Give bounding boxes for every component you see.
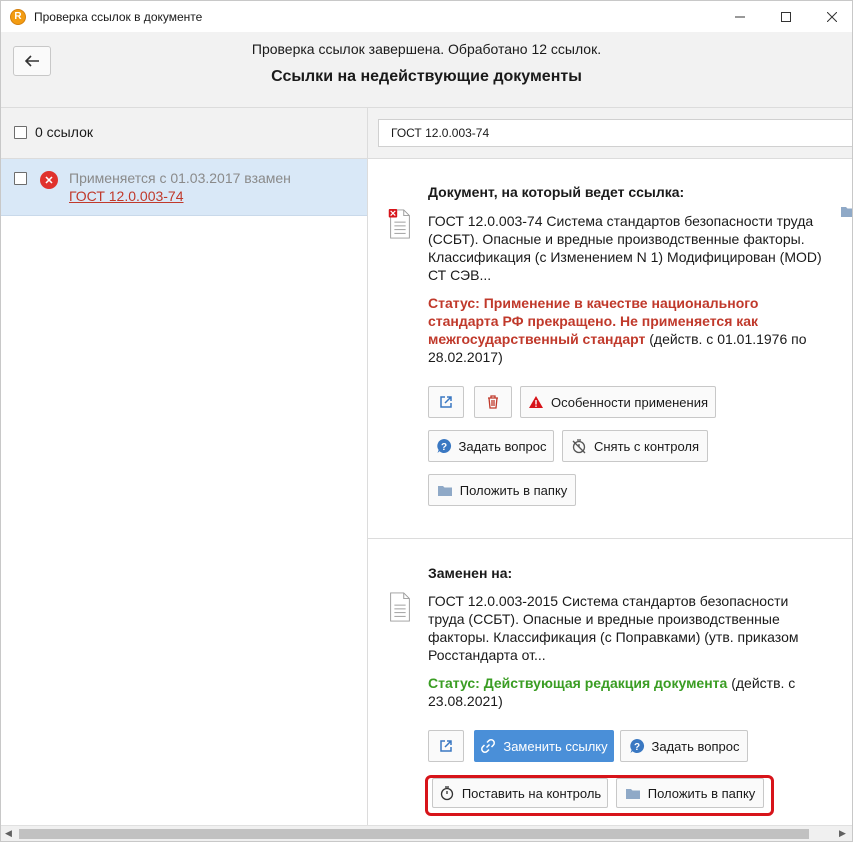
item-checkbox[interactable] — [14, 172, 27, 185]
link-icon — [480, 738, 496, 754]
remove-control-label: Снять с контроля — [593, 438, 700, 454]
error-x-icon: ✕ — [40, 171, 58, 189]
maximize-button[interactable] — [763, 1, 809, 32]
replacement-doc-description[interactable]: ГОСТ 12.0.003-2015 Система стандартов бе… — [428, 592, 828, 664]
scroll-left-icon[interactable]: ◀ — [5, 828, 12, 839]
svg-text:?: ? — [633, 742, 639, 753]
scrollbar-thumb[interactable] — [19, 829, 809, 839]
scroll-right-icon[interactable]: ▶ — [839, 828, 846, 839]
target-doc-description[interactable]: ГОСТ 12.0.003-74 Система стандартов безо… — [428, 212, 828, 284]
ask-question-replacement-button[interactable]: ? Задать вопрос — [620, 730, 748, 762]
replace-link-label: Заменить ссылку — [503, 738, 608, 754]
processing-status: Проверка ссылок завершена. Обработано 12… — [251, 41, 602, 57]
delete-link-button[interactable] — [474, 386, 512, 418]
folder-icon — [437, 484, 453, 497]
list-item[interactable]: ✕ Применяется с 01.03.2017 взамен ГОСТ 1… — [1, 159, 367, 216]
list-item-text: Применяется с 01.03.2017 взамен ГОСТ 12.… — [69, 169, 291, 205]
highlight-frame — [425, 775, 774, 816]
stopwatch-off-icon — [571, 438, 587, 454]
external-link-icon — [440, 740, 452, 752]
links-count-label: 0 ссылок — [35, 124, 93, 140]
put-in-folder-button[interactable]: Положить в папку — [428, 474, 576, 506]
links-list-pane: 0 ссылок ✕ Применяется с 01.03.2017 взам… — [1, 108, 368, 826]
horizontal-scrollbar[interactable]: ◀ ▶ — [1, 825, 852, 841]
minimize-button[interactable] — [717, 1, 763, 32]
item-status-text: Применяется с 01.03.2017 взамен — [69, 170, 291, 186]
dialog-header: Проверка ссылок завершена. Обработано 12… — [1, 32, 852, 108]
warning-icon — [528, 395, 544, 409]
ask-question-button[interactable]: ? Задать вопрос — [428, 430, 554, 462]
question-icon: ? — [436, 438, 452, 454]
title-bar: R Проверка ссылок в документе — [1, 1, 852, 32]
target-doc-section: Документ, на который ведет ссылка: ГОСТ … — [368, 159, 852, 538]
app-window: R Проверка ссылок в документе Проверка с… — [0, 0, 853, 842]
document-icon — [390, 592, 410, 622]
question-icon: ? — [629, 738, 645, 754]
replace-link-button[interactable]: Заменить ссылку — [474, 730, 614, 762]
page-title: Ссылки на недействующие документы — [271, 68, 582, 85]
maximize-icon — [781, 11, 791, 22]
minimize-icon — [735, 16, 745, 17]
window-title: Проверка ссылок в документе — [34, 9, 203, 24]
remove-control-button[interactable]: Снять с контроля — [562, 430, 708, 462]
ask-question-label: Задать вопрос — [458, 438, 547, 454]
links-list-header: 0 ссылок — [1, 108, 367, 159]
external-link-icon — [440, 396, 452, 408]
details-pane: Документ, на который ведет ссылка: ГОСТ … — [368, 108, 852, 826]
features-button-label: Особенности применения — [550, 394, 709, 410]
replacement-doc-status-label: Статус: Действующая редакция документа — [428, 675, 728, 691]
search-input[interactable] — [378, 119, 852, 147]
replacement-doc-status: Статус: Действующая редакция документа (… — [428, 674, 828, 710]
target-doc-title: Документ, на который ведет ссылка: — [428, 184, 685, 200]
put-in-folder-label: Положить в папку — [459, 482, 568, 498]
app-logo-icon: R — [10, 8, 26, 25]
close-icon — [827, 11, 837, 22]
open-replacement-doc-button[interactable] — [428, 730, 464, 762]
close-window-button[interactable] — [809, 1, 852, 32]
folder-icon[interactable] — [841, 206, 853, 218]
replacement-doc-title: Заменен на: — [428, 565, 513, 581]
item-doc-link[interactable]: ГОСТ 12.0.003-74 — [69, 187, 291, 205]
select-all-checkbox[interactable] — [14, 126, 27, 139]
trash-icon — [488, 395, 498, 409]
ask-question-replacement-label: Задать вопрос — [651, 738, 740, 754]
open-document-button[interactable] — [428, 386, 464, 418]
target-doc-status: Статус: Применение в качестве национальн… — [428, 294, 828, 366]
details-header — [368, 108, 852, 159]
svg-text:?: ? — [440, 442, 446, 453]
features-button[interactable]: Особенности применения — [520, 386, 716, 418]
document-invalid-icon — [388, 209, 410, 239]
